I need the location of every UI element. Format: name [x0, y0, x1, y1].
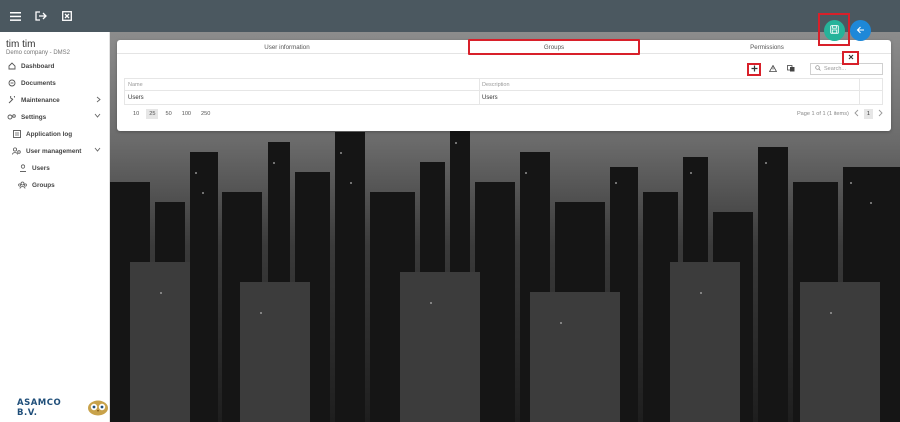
wrench-icon — [7, 96, 16, 105]
cell-name: Users — [128, 94, 144, 101]
prev-page-icon[interactable] — [854, 109, 859, 119]
chevron-down-icon — [94, 147, 101, 154]
save-icon — [830, 25, 839, 36]
grid-header: Name Description — [125, 79, 882, 91]
save-button[interactable] — [824, 20, 845, 41]
tab-bar: User information Groups Permissions — [117, 39, 891, 55]
sidebar: tim tim Demo company - DMS2 Dashboard Do… — [0, 32, 110, 422]
sidebar-item-label: Application log — [26, 130, 73, 138]
arrow-left-icon — [856, 26, 865, 36]
logout-icon[interactable] — [35, 10, 47, 22]
user-company: Demo company - DMS2 — [6, 50, 71, 56]
sidebar-item-user-management[interactable]: User management — [0, 143, 110, 159]
column-header-description[interactable]: Description — [479, 79, 510, 90]
group-icon — [18, 181, 27, 190]
delete-row-button[interactable] — [842, 51, 859, 65]
chevron-right-icon — [96, 96, 101, 105]
sidebar-item-maintenance[interactable]: Maintenance — [0, 92, 110, 108]
tab-user-information[interactable]: User information — [217, 40, 357, 54]
sidebar-item-dashboard[interactable]: Dashboard — [0, 58, 110, 74]
groups-grid: Name Description Users Users — [124, 78, 883, 105]
search-icon — [815, 65, 821, 73]
table-row[interactable]: Users Users — [125, 91, 882, 104]
sidebar-item-label: Dashboard — [21, 62, 55, 70]
sidebar-item-label: Settings — [21, 113, 47, 121]
home-icon — [7, 62, 16, 71]
column-divider — [859, 79, 860, 90]
page-size-option[interactable]: 10 — [130, 109, 142, 119]
close-window-icon[interactable] — [61, 10, 73, 22]
page-info: Page 1 of 1 (1 items) — [796, 111, 849, 117]
column-divider — [859, 91, 860, 104]
tab-groups[interactable]: Groups — [468, 39, 640, 55]
page-number-button[interactable]: 1 — [863, 109, 873, 119]
brand-logo: ASAMCO B.V. — [17, 398, 109, 418]
user-icon — [18, 164, 27, 173]
copy-button[interactable] — [784, 63, 798, 76]
top-bar — [0, 0, 900, 32]
copy-icon — [787, 65, 795, 74]
page-size-option-selected[interactable]: 25 — [146, 109, 159, 119]
sidebar-item-label: User management — [26, 147, 82, 155]
cell-description: Users — [482, 94, 498, 101]
owl-logo-icon — [87, 399, 109, 418]
users-manage-icon — [12, 147, 21, 156]
save-button-highlight — [818, 13, 850, 46]
brand-name: ASAMCO B.V. — [17, 398, 62, 418]
warning-button[interactable] — [766, 63, 780, 76]
sidebar-item-label: Maintenance — [21, 96, 60, 104]
plus-icon — [751, 65, 758, 74]
close-icon — [848, 54, 854, 62]
search-placeholder: Search... — [824, 66, 847, 72]
sidebar-item-groups[interactable]: Groups — [0, 177, 110, 193]
tab-permissions[interactable]: Permissions — [707, 40, 827, 54]
pager: Page 1 of 1 (1 items) 1 — [797, 109, 883, 119]
page-size-option[interactable]: 100 — [179, 109, 194, 119]
next-page-icon[interactable] — [878, 109, 883, 119]
sidebar-item-settings[interactable]: Settings — [0, 109, 110, 125]
column-header-name[interactable]: Name — [125, 79, 143, 90]
sidebar-item-users[interactable]: Users — [0, 160, 110, 176]
page-size-option[interactable]: 50 — [162, 109, 174, 119]
page-size-selector: 10 25 50 100 250 — [130, 109, 213, 119]
back-button[interactable] — [850, 20, 871, 41]
menu-icon[interactable] — [9, 10, 21, 22]
document-icon — [7, 79, 16, 88]
sidebar-item-application-log[interactable]: Application log — [0, 126, 110, 142]
sidebar-item-documents[interactable]: Documents — [0, 75, 110, 91]
chevron-down-icon — [94, 113, 101, 120]
group-edit-panel: User information Groups Permissions Sear… — [117, 39, 891, 131]
sidebar-item-label: Documents — [21, 79, 56, 87]
add-button[interactable] — [747, 63, 761, 76]
sidebar-item-label: Groups — [32, 181, 55, 189]
warning-icon — [768, 64, 778, 74]
user-name: tim tim — [6, 39, 36, 50]
sidebar-item-label: Users — [32, 164, 50, 172]
page-size-option[interactable]: 250 — [198, 109, 213, 119]
gears-icon — [7, 113, 16, 122]
log-icon — [12, 130, 21, 139]
